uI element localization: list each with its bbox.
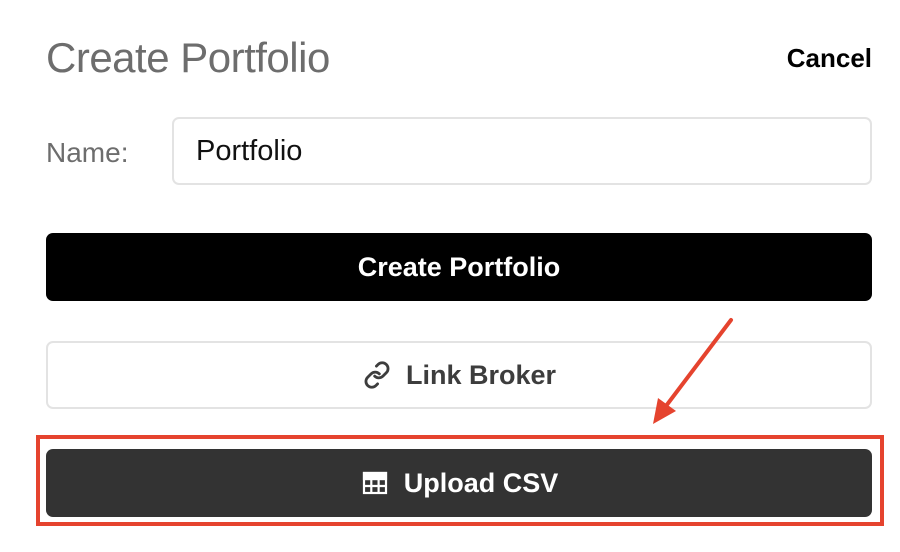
name-label: Name: bbox=[46, 137, 129, 168]
link-icon bbox=[362, 360, 392, 390]
cancel-button[interactable]: Cancel bbox=[787, 40, 872, 76]
table-icon bbox=[360, 468, 390, 498]
upload-csv-label: Upload CSV bbox=[403, 467, 559, 498]
name-input[interactable] bbox=[172, 117, 872, 185]
link-broker-button[interactable]: Link Broker bbox=[46, 341, 872, 409]
upload-csv-button[interactable]: Upload CSV bbox=[46, 449, 872, 517]
link-broker-label: Link Broker bbox=[405, 359, 557, 390]
create-portfolio-button[interactable]: Create Portfolio bbox=[46, 233, 872, 301]
create-portfolio-label: Create Portfolio bbox=[357, 251, 561, 282]
dialog-title: Create Portfolio bbox=[46, 34, 330, 81]
